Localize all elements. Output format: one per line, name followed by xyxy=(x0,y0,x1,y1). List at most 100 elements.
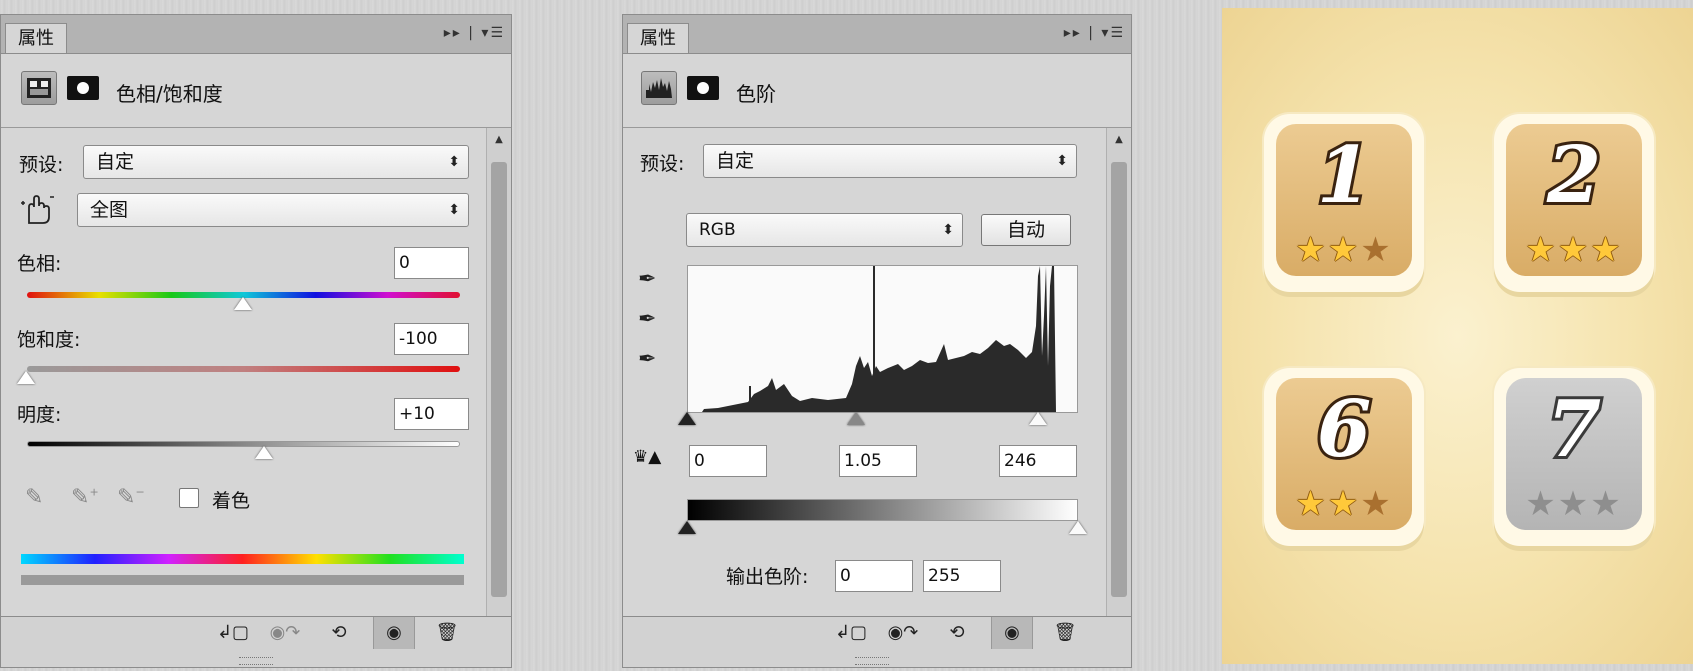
level-stars: ★★★ xyxy=(1494,232,1654,268)
layer-mask-icon[interactable] xyxy=(687,76,719,100)
adjustment-title: 色相/饱和度 xyxy=(116,82,223,106)
channel-value: RGB xyxy=(699,220,736,240)
output-white-slider[interactable] xyxy=(1069,521,1087,534)
level-tile[interactable]: 2 ★★★ xyxy=(1494,114,1654,292)
level-number: 6 xyxy=(1314,384,1374,475)
histogram xyxy=(687,265,1078,413)
level-tile-locked[interactable]: 7 ★★★ xyxy=(1494,368,1654,546)
clip-to-layer-icon[interactable]: ↲▢ xyxy=(213,617,253,649)
scroll-thumb[interactable] xyxy=(1111,162,1127,597)
output-white-field[interactable]: 255 xyxy=(923,560,1001,592)
panel-tabbar: 属性 ▸▸ | ▾☰ xyxy=(623,15,1131,54)
output-gradient xyxy=(687,499,1078,521)
level-stars: ★★★ xyxy=(1264,486,1424,522)
adjustment-header: 色相/饱和度 xyxy=(1,53,511,128)
input-black-slider[interactable] xyxy=(678,412,696,425)
input-white-field[interactable]: 246 xyxy=(999,445,1077,477)
preset-select[interactable]: 自定 ⬍ xyxy=(83,145,469,179)
hue-slider-thumb[interactable] xyxy=(234,297,252,310)
lightness-label: 明度: xyxy=(17,404,62,426)
visibility-eye-icon[interactable]: ◉ xyxy=(991,617,1033,649)
view-previous-icon[interactable]: ◉↷ xyxy=(265,617,305,649)
star-icon: ★ xyxy=(1327,230,1361,270)
panel-menu-icon[interactable]: ▸▸ | ▾☰ xyxy=(1064,25,1125,41)
resize-grip[interactable] xyxy=(855,657,889,665)
level-number: 1 xyxy=(1314,130,1374,221)
black-point-eyedropper-icon[interactable]: ✒ xyxy=(638,267,656,292)
panel-menu-icon[interactable]: ▸▸ | ▾☰ xyxy=(444,25,505,41)
trash-icon[interactable]: 🗑 xyxy=(427,617,467,649)
adjustment-title: 色阶 xyxy=(736,82,776,106)
saturation-slider-thumb[interactable] xyxy=(17,371,35,384)
clip-to-layer-icon[interactable]: ↲▢ xyxy=(831,617,871,649)
hue-saturation-panel: 属性 ▸▸ | ▾☰ 色相/饱和度 预设: 自定 ⬍ 全图 ⬍ 色相: 0 饱和… xyxy=(0,14,512,668)
view-previous-icon[interactable]: ◉↷ xyxy=(883,617,923,649)
preset-select[interactable]: 自定 ⬍ xyxy=(703,144,1077,178)
white-point-eyedropper-icon[interactable]: ✒ xyxy=(638,347,656,372)
auto-button[interactable]: 自动 xyxy=(981,214,1071,246)
levels-panel: 属性 ▸▸ | ▾☰ 色阶 预设: 自定 ⬍ RGB ⬍ 自动 ✒ ✒ ✒ ♛▲… xyxy=(622,14,1132,668)
saturation-slider-track[interactable] xyxy=(27,366,460,372)
hue-label: 色相: xyxy=(17,253,62,275)
scroll-thumb[interactable] xyxy=(491,162,507,597)
scroll-up-icon[interactable]: ▲ xyxy=(1107,134,1131,145)
colorize-checkbox[interactable] xyxy=(179,488,199,508)
reset-icon[interactable]: ⟲ xyxy=(319,617,359,649)
on-image-adjust-hand-icon[interactable] xyxy=(19,193,55,227)
vertical-scrollbar[interactable]: ▲ ▼ xyxy=(486,128,511,633)
output-black-field[interactable]: 0 xyxy=(835,560,913,592)
eyedropper-subtract-icon[interactable]: ✎− xyxy=(117,485,145,510)
layer-mask-icon[interactable] xyxy=(67,76,99,100)
channel-select[interactable]: RGB ⬍ xyxy=(686,213,963,247)
level-stars: ★★★ xyxy=(1264,232,1424,268)
output-black-slider[interactable] xyxy=(678,521,696,534)
input-gamma-field[interactable]: 1.05 xyxy=(839,445,917,477)
saturation-input[interactable]: -100 xyxy=(394,323,469,355)
tab-properties[interactable]: 属性 xyxy=(627,23,689,53)
reset-icon[interactable]: ⟲ xyxy=(937,617,977,649)
star-icon: ★ xyxy=(1360,230,1393,270)
clipping-warning-icon[interactable]: ♛▲ xyxy=(633,447,661,467)
range-select[interactable]: 全图 ⬍ xyxy=(77,193,469,227)
input-black-field[interactable]: 0 xyxy=(689,445,767,477)
select-arrows-icon: ⬍ xyxy=(448,154,460,170)
visibility-eye-icon[interactable]: ◉ xyxy=(373,617,415,649)
levels-adjustment-icon[interactable] xyxy=(641,71,677,105)
star-icon: ★ xyxy=(1360,484,1393,524)
adjustment-header: 色阶 xyxy=(623,53,1131,128)
vertical-scrollbar[interactable]: ▲ ▼ xyxy=(1106,128,1131,633)
preset-label: 预设: xyxy=(19,154,64,176)
level-number: 7 xyxy=(1544,384,1604,475)
star-icon: ★ xyxy=(1295,230,1328,270)
star-icon: ★ xyxy=(1327,484,1361,524)
scroll-up-icon[interactable]: ▲ xyxy=(487,134,511,145)
resize-grip[interactable] xyxy=(239,657,273,665)
trash-icon[interactable]: 🗑 xyxy=(1045,617,1085,649)
input-white-slider[interactable] xyxy=(1029,412,1047,425)
eyedropper-add-icon[interactable]: ✎+ xyxy=(71,485,99,510)
select-arrows-icon: ⬍ xyxy=(942,222,954,238)
gray-point-eyedropper-icon[interactable]: ✒ xyxy=(638,307,656,332)
star-icon: ★ xyxy=(1525,484,1558,524)
input-gamma-slider[interactable] xyxy=(847,412,865,425)
eyedropper-icon[interactable]: ✎ xyxy=(25,485,43,510)
histogram-graph xyxy=(688,266,1077,412)
lightness-slider-thumb[interactable] xyxy=(255,446,273,459)
star-icon: ★ xyxy=(1295,484,1328,524)
lightness-slider-track[interactable] xyxy=(27,441,460,447)
hue-saturation-adjustment-icon[interactable] xyxy=(21,71,57,105)
level-select-preview: 1 ★★★ 2 ★★★ 6 ★★★ 7 ★★★ xyxy=(1222,8,1693,664)
range-value: 全图 xyxy=(90,199,129,221)
level-tile[interactable]: 6 ★★★ xyxy=(1264,368,1424,546)
output-color-bar xyxy=(21,575,464,585)
star-icon: ★ xyxy=(1557,484,1591,524)
preset-value: 自定 xyxy=(716,150,755,172)
star-icon: ★ xyxy=(1557,230,1591,270)
hue-input[interactable]: 0 xyxy=(394,247,469,279)
tab-properties[interactable]: 属性 xyxy=(5,23,67,53)
lightness-input[interactable]: +10 xyxy=(394,398,469,430)
star-icon: ★ xyxy=(1590,484,1623,524)
level-tile[interactable]: 1 ★★★ xyxy=(1264,114,1424,292)
input-color-bar xyxy=(21,554,464,564)
panel-footer: ↲▢ ◉↷ ⟲ ◉ 🗑 xyxy=(623,616,1131,667)
